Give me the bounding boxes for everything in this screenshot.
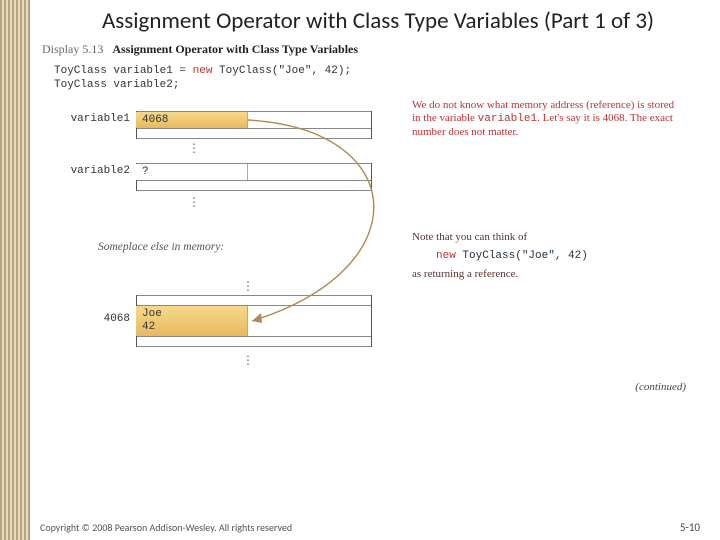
obj-field1: Joe — [142, 308, 162, 320]
display-header: Display 5.13 Assignment Operator with Cl… — [42, 42, 716, 57]
continued-label: (continued) — [635, 381, 686, 393]
var1-label: variable1 — [40, 113, 130, 125]
spacer-row-b — [136, 181, 372, 191]
var1-value-cell: 4068 — [136, 112, 248, 128]
ellipsis-icon: ⋮ — [188, 141, 201, 156]
memory-diagram: variable1 4068 ⋮ variable2 ? ⋮ Someplace… — [40, 99, 716, 439]
note2-text-a: Note that you can think of — [412, 231, 527, 243]
var1-row: 4068 — [136, 111, 372, 129]
note2-call: ToyClass("Joe", 42) — [456, 250, 588, 262]
annotation-note1: We do not know what memory address (refe… — [412, 99, 682, 140]
obj-addr-label: 4068 — [40, 313, 130, 325]
page-number: 5-10 — [680, 521, 700, 534]
someplace-label: Someplace else in memory: — [98, 241, 224, 253]
display-caption: Assignment Operator with Class Type Vari… — [112, 42, 358, 56]
spacer-row-c — [136, 295, 372, 305]
code-line1a: ToyClass variable1 = — [54, 65, 193, 77]
ellipsis-icon: ⋮ — [242, 279, 255, 294]
ellipsis-icon: ⋮ — [242, 353, 255, 368]
slide-content: Assignment Operator with Class Type Vari… — [30, 0, 720, 540]
slide-title: Assignment Operator with Class Type Vari… — [40, 8, 716, 34]
spacer-row-d — [136, 337, 372, 347]
display-label: Display 5.13 — [42, 42, 103, 56]
code-declarations: ToyClass variable1 = new ToyClass("Joe",… — [54, 65, 716, 93]
object-row: Joe 42 — [136, 305, 372, 337]
decorative-side-stripe — [0, 0, 30, 540]
note2-text-b: as returning a reference. — [412, 268, 518, 280]
var2-value-cell: ? — [136, 164, 248, 180]
obj-field2: 42 — [142, 321, 155, 333]
note2-kw: new — [436, 250, 456, 262]
spacer-row-a — [136, 129, 372, 139]
note1-var: variable1 — [478, 113, 537, 125]
object-value-cell: Joe 42 — [136, 306, 248, 336]
code-line1b: ToyClass("Joe", 42); — [212, 65, 351, 77]
keyword-new: new — [193, 65, 213, 77]
var2-row: ? — [136, 163, 372, 181]
copyright-footer: Copyright © 2008 Pearson Addison-Wesley.… — [40, 521, 292, 534]
annotation-note2: Note that you can think of new ToyClass(… — [412, 231, 672, 282]
ellipsis-icon: ⋮ — [188, 195, 201, 210]
var2-label: variable2 — [40, 165, 130, 177]
code-line2: ToyClass variable2; — [54, 79, 179, 91]
